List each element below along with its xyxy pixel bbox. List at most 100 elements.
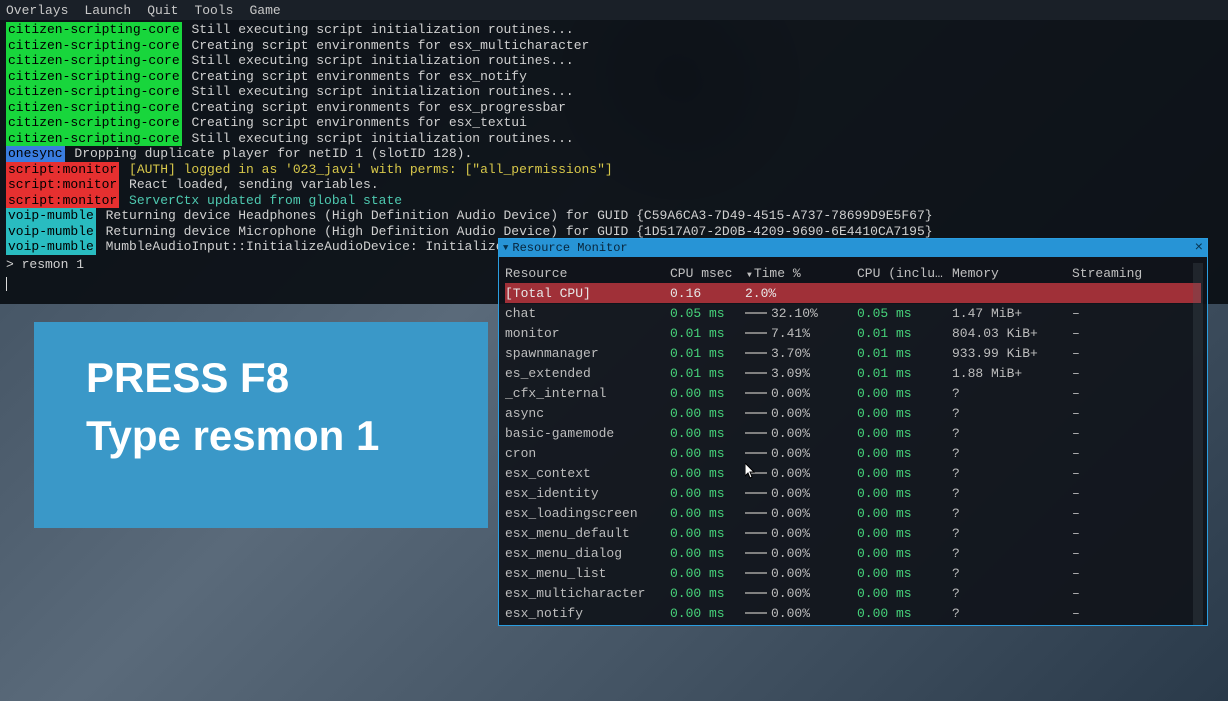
cell-cpu-msec: 0.01 ms (670, 366, 745, 381)
time-bar-icon (745, 612, 767, 614)
cell-name: esx_notify (505, 606, 670, 621)
resmon-row[interactable]: spawnmanager0.01 ms3.70%0.01 ms933.99 Ki… (505, 343, 1201, 363)
cell-streaming: – (1072, 466, 1152, 481)
resmon-row[interactable]: monitor0.01 ms7.41%0.01 ms804.03 KiB+– (505, 323, 1201, 343)
cell-streaming: – (1072, 606, 1152, 621)
log-message: Still executing script initialization ro… (184, 84, 574, 99)
resmon-row[interactable]: esx_identity0.00 ms0.00%0.00 ms?– (505, 483, 1201, 503)
log-source-tag: citizen-scripting-core (6, 84, 182, 100)
cell-streaming: – (1072, 366, 1152, 381)
cell-memory: 1.47 MiB+ (952, 306, 1072, 321)
resmon-row[interactable]: esx_multicharacter0.00 ms0.00%0.00 ms?– (505, 583, 1201, 603)
time-bar-icon (745, 452, 767, 454)
cell-cpu-msec: 0.00 ms (670, 586, 745, 601)
cell-time-pct: 0.00% (745, 546, 857, 561)
resmon-total-row[interactable]: [Total CPU] 0.16 2.0% (505, 283, 1201, 303)
collapse-triangle-icon[interactable]: ▼ (503, 243, 508, 253)
cell-time-pct: 0.00% (745, 566, 857, 581)
console-log-line: citizen-scripting-core Still executing s… (6, 53, 1222, 69)
col-memory[interactable]: Memory (952, 266, 1072, 281)
log-message: Still executing script initialization ro… (184, 131, 574, 146)
resmon-row[interactable]: esx_context0.00 ms0.00%0.00 ms?– (505, 463, 1201, 483)
resmon-row[interactable]: esx_menu_dialog0.00 ms0.00%0.00 ms?– (505, 543, 1201, 563)
cell-memory: 804.03 KiB+ (952, 326, 1072, 341)
cell-streaming: – (1072, 346, 1152, 361)
cell-cpu-msec: 0.00 ms (670, 566, 745, 581)
time-bar-icon (745, 572, 767, 574)
cell-time-pct: 0.00% (745, 386, 857, 401)
time-bar-icon (745, 412, 767, 414)
menubar: Overlays Launch Quit Tools Game (0, 0, 1228, 20)
resmon-row[interactable]: esx_menu_list0.00 ms0.00%0.00 ms?– (505, 563, 1201, 583)
resmon-row[interactable]: _cfx_internal0.00 ms0.00%0.00 ms?– (505, 383, 1201, 403)
menu-item-quit[interactable]: Quit (147, 3, 178, 18)
resmon-row[interactable]: basic-gamemode0.00 ms0.00%0.00 ms?– (505, 423, 1201, 443)
resmon-row[interactable]: es_extended0.01 ms3.09%0.01 ms1.88 MiB+– (505, 363, 1201, 383)
log-source-tag: voip-mumble (6, 208, 96, 224)
cell-streaming: – (1072, 446, 1152, 461)
cell-streaming: – (1072, 526, 1152, 541)
cell-cpu-inc: 0.00 ms (857, 546, 952, 561)
cell-cpu-msec: 0.01 ms (670, 326, 745, 341)
log-message: [AUTH] logged in as '023_javi' with perm… (121, 162, 612, 177)
log-source-tag: script:monitor (6, 177, 119, 193)
cell-cpu-msec: 0.00 ms (670, 506, 745, 521)
log-source-tag: script:monitor (6, 193, 119, 209)
log-message: Returning device Headphones (High Defini… (98, 208, 933, 223)
menu-item-launch[interactable]: Launch (84, 3, 131, 18)
cell-time-pct: 0.00% (745, 426, 857, 441)
resmon-row[interactable]: esx_notify0.00 ms0.00%0.00 ms?– (505, 603, 1201, 623)
cell-memory: ? (952, 586, 1072, 601)
col-streaming[interactable]: Streaming (1072, 266, 1152, 281)
log-source-tag: citizen-scripting-core (6, 22, 182, 38)
resmon-row[interactable]: chat0.05 ms32.10%0.05 ms1.47 MiB+– (505, 303, 1201, 323)
log-source-tag: citizen-scripting-core (6, 38, 182, 54)
cell-cpu-inc: 0.00 ms (857, 586, 952, 601)
cell-time-pct: 32.10% (745, 306, 857, 321)
resmon-titlebar[interactable]: ▼ Resource Monitor × (499, 239, 1207, 257)
resource-monitor-window[interactable]: ▼ Resource Monitor × Resource CPU msec ▼… (498, 238, 1208, 626)
cell-cpu-inc: 0.00 ms (857, 406, 952, 421)
resmon-row[interactable]: cron0.00 ms0.00%0.00 ms?– (505, 443, 1201, 463)
cell-streaming: – (1072, 326, 1152, 341)
resmon-row[interactable]: esx_menu_default0.00 ms0.00%0.00 ms?– (505, 523, 1201, 543)
log-source-tag: citizen-scripting-core (6, 53, 182, 69)
log-message: React loaded, sending variables. (121, 177, 378, 192)
log-message: Returning device Microphone (High Defini… (98, 224, 933, 239)
cell-cpu-inc: 0.01 ms (857, 346, 952, 361)
cell-cpu-inc: 0.00 ms (857, 426, 952, 441)
console-log-line: citizen-scripting-core Still executing s… (6, 84, 1222, 100)
menu-item-tools[interactable]: Tools (194, 3, 233, 18)
cell-name: monitor (505, 326, 670, 341)
cell-name: esx_multicharacter (505, 586, 670, 601)
resmon-body: Resource CPU msec ▼Time % CPU (inclu… Me… (499, 257, 1207, 625)
resmon-row[interactable]: esx_loadingscreen0.00 ms0.00%0.00 ms?– (505, 503, 1201, 523)
cell-cpu-inc: 0.00 ms (857, 446, 952, 461)
cell-streaming: – (1072, 506, 1152, 521)
cell-streaming: – (1072, 566, 1152, 581)
close-icon[interactable]: × (1195, 240, 1203, 256)
resmon-row[interactable]: async0.00 ms0.00%0.00 ms?– (505, 403, 1201, 423)
cell-memory: ? (952, 606, 1072, 621)
time-bar-icon (745, 512, 767, 514)
time-bar-icon (745, 332, 767, 334)
cell-time-pct: 0.00% (745, 506, 857, 521)
cell-time-pct: 0.00% (745, 466, 857, 481)
cell-time-pct: 0.00% (745, 586, 857, 601)
console-prompt-text: > resmon 1 (6, 257, 84, 272)
menu-item-overlays[interactable]: Overlays (6, 3, 68, 18)
col-resource[interactable]: Resource (505, 266, 670, 281)
resmon-column-headers[interactable]: Resource CPU msec ▼Time % CPU (inclu… Me… (505, 263, 1201, 283)
menu-item-game[interactable]: Game (249, 3, 280, 18)
col-time-pct[interactable]: ▼Time % (745, 266, 857, 281)
cell-cpu-inc: 0.00 ms (857, 606, 952, 621)
cell-memory: ? (952, 506, 1072, 521)
console-log-line: citizen-scripting-core Still executing s… (6, 131, 1222, 147)
cell-memory: ? (952, 426, 1072, 441)
col-cpu-msec[interactable]: CPU msec (670, 266, 745, 281)
col-cpu-inclusive[interactable]: CPU (inclu… (857, 266, 952, 281)
cell-memory: ? (952, 486, 1072, 501)
cell-memory: ? (952, 406, 1072, 421)
cell-streaming: – (1072, 406, 1152, 421)
cell-name: async (505, 406, 670, 421)
